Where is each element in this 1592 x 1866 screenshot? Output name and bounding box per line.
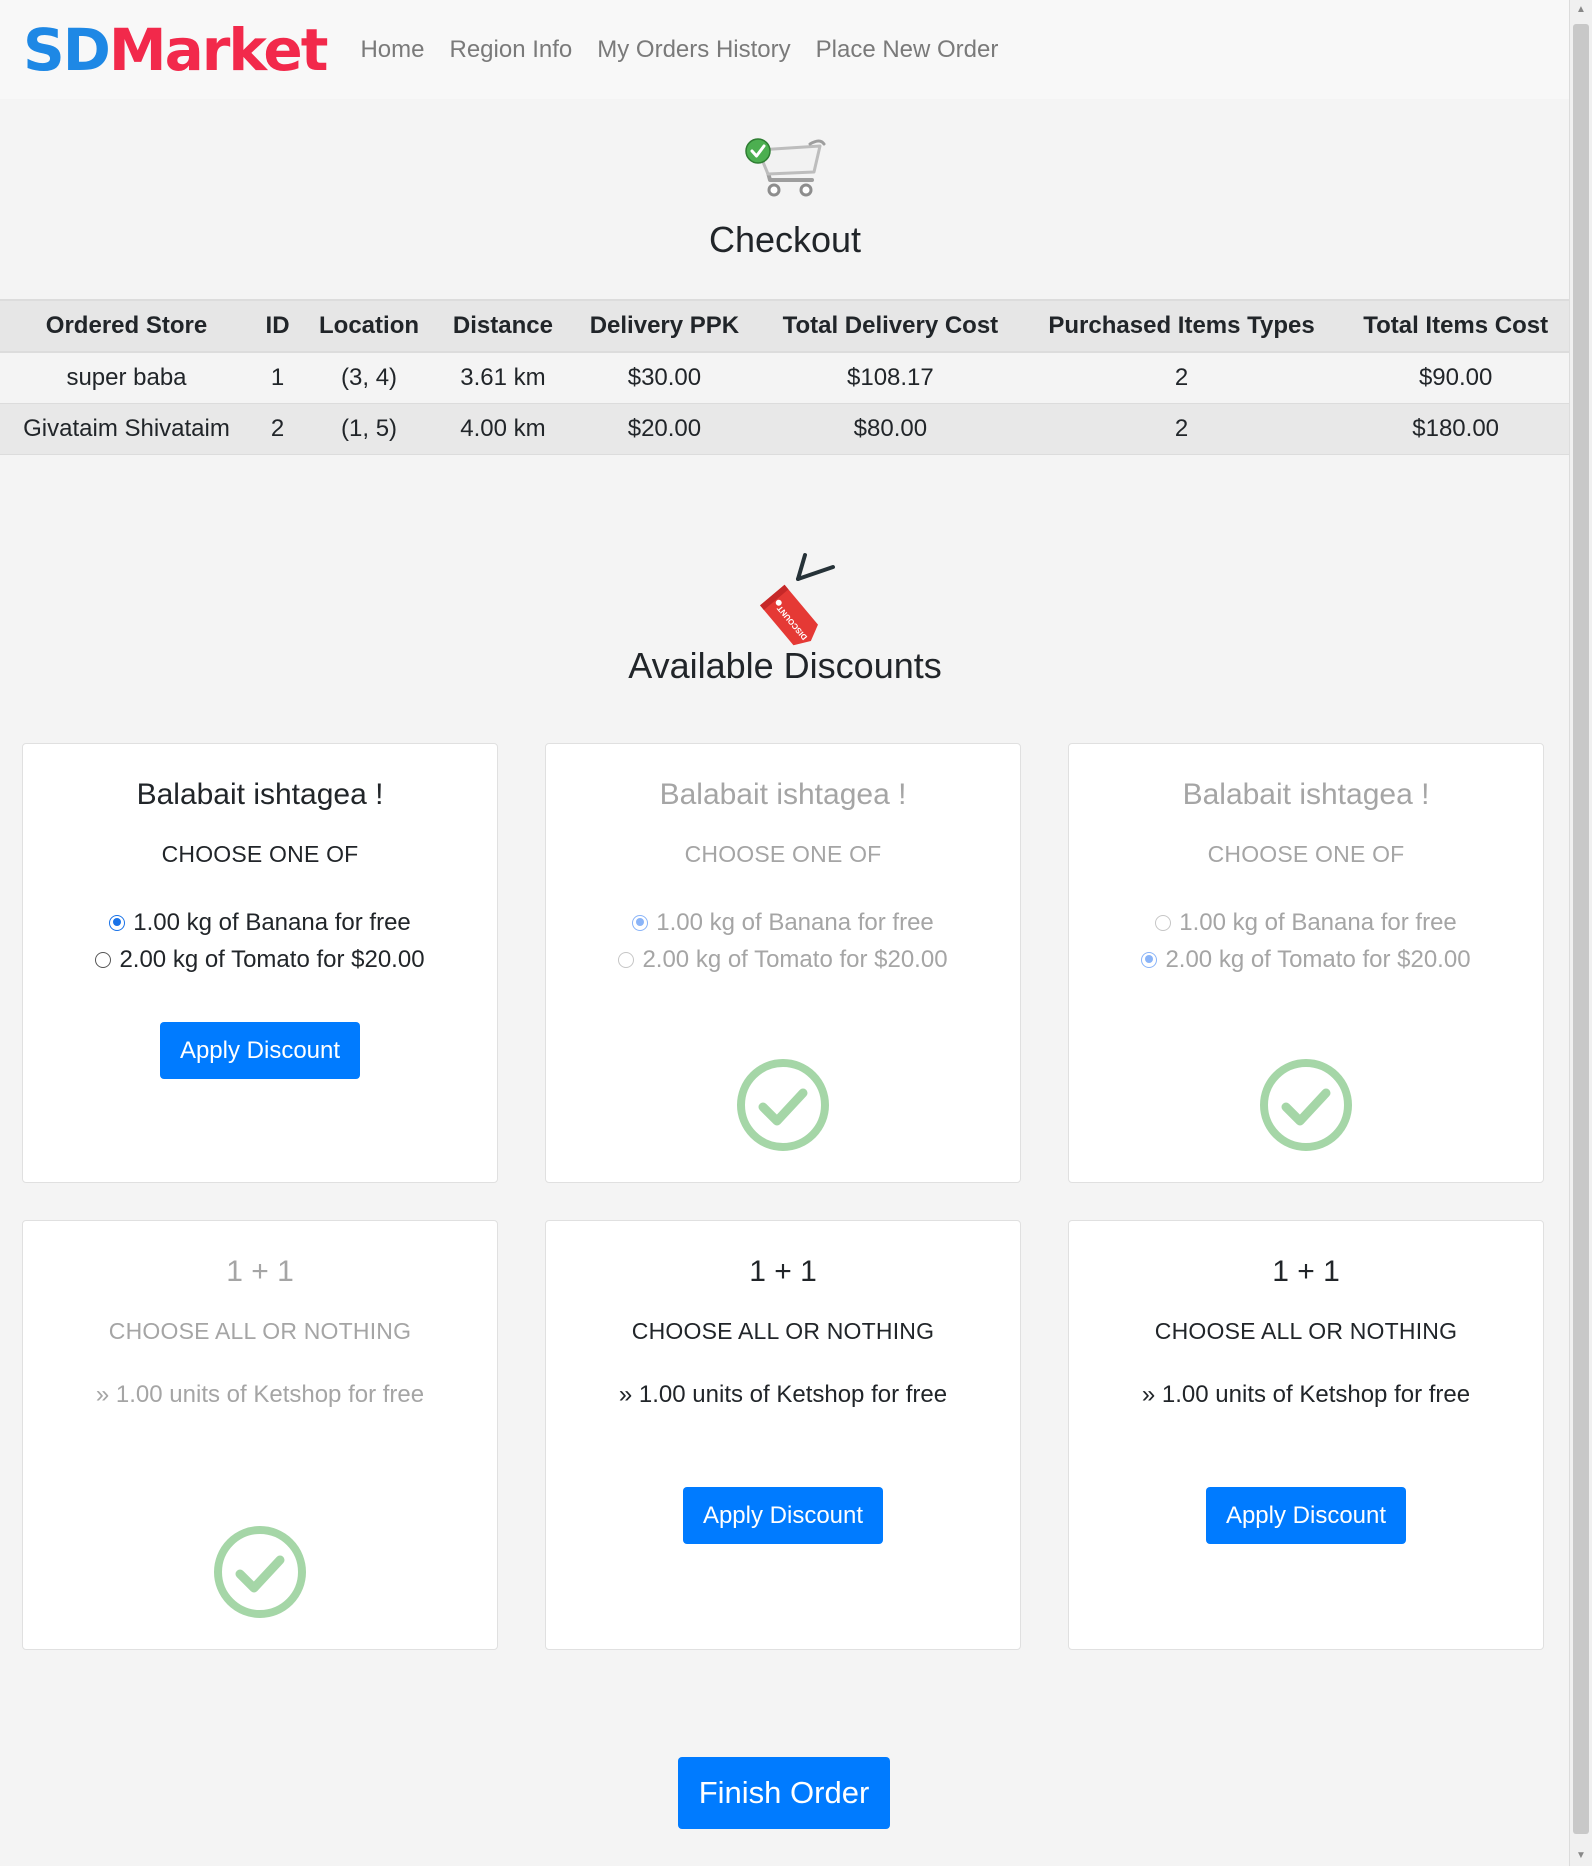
cell-total-delivery-cost: $108.17 — [758, 352, 1022, 404]
discount-tag-icon: DISCOUNT — [760, 553, 835, 646]
cell-id: 1 — [252, 352, 303, 404]
nav-my-orders-history[interactable]: My Orders History — [597, 36, 790, 64]
nav-home[interactable]: Home — [360, 36, 424, 64]
apply-discount-button[interactable]: Apply Discount — [683, 1487, 883, 1544]
discount-title: Balabait ishtagea ! — [136, 778, 384, 811]
discount-option: 1.00 kg of Banana for free — [546, 904, 1020, 941]
discount-type: CHOOSE ALL OR NOTHING — [631, 1318, 935, 1344]
cell-distance: 4.00 km — [435, 403, 570, 455]
col-delivery-ppk: Delivery PPK — [569, 299, 759, 353]
cell-total-delivery-cost: $80.00 — [758, 403, 1022, 455]
finish-order-button[interactable]: Finish Order — [678, 1757, 890, 1829]
discount-card: Balabait ishtagea ! CHOOSE ONE OF 1.00 k… — [1068, 743, 1544, 1183]
discount-type: CHOOSE ONE OF — [684, 841, 882, 867]
discount-options: 1.00 kg of Banana for free 2.00 kg of To… — [23, 904, 497, 978]
cell-total-items-cost: $90.00 — [1341, 352, 1570, 404]
option-radio — [1155, 914, 1172, 931]
discount-card: 1 + 1 CHOOSE ALL OR NOTHING » 1.00 units… — [1068, 1220, 1544, 1650]
discount-card: Balabait ishtagea ! CHOOSE ONE OF 1.00 k… — [545, 743, 1021, 1183]
col-location: Location — [302, 299, 436, 353]
cell-location: (3, 4) — [302, 352, 436, 404]
cell-delivery-ppk: $20.00 — [569, 403, 759, 455]
scroll-up-arrow-icon[interactable]: ▲ — [1570, 0, 1592, 20]
applied-check-icon — [214, 1526, 306, 1618]
option-radio — [632, 914, 649, 931]
option-radio — [1141, 951, 1158, 968]
col-total-items-cost: Total Items Cost — [1341, 299, 1570, 353]
option-radio[interactable] — [95, 951, 112, 968]
nav-place-new-order[interactable]: Place New Order — [816, 36, 999, 64]
col-distance: Distance — [435, 299, 570, 353]
discount-item: » 1.00 units of Ketshop for free — [1141, 1381, 1471, 1408]
discount-options: 1.00 kg of Banana for free 2.00 kg of To… — [546, 904, 1020, 978]
navbar: SDMarket Home Region Info My Orders Hist… — [0, 0, 1570, 99]
col-id: ID — [252, 299, 303, 353]
shopping-cart-check-icon — [745, 138, 826, 197]
discount-option: 1.00 kg of Banana for free — [1069, 904, 1543, 941]
cell-location: (1, 5) — [302, 403, 436, 455]
discount-type: CHOOSE ONE OF — [161, 841, 359, 867]
logo[interactable]: SDMarket — [23, 21, 328, 79]
col-purchased-items-types: Purchased Items Types — [1021, 299, 1342, 353]
nav-region-info[interactable]: Region Info — [450, 36, 573, 64]
discount-option: 2.00 kg of Tomato for $20.00 — [546, 941, 1020, 978]
vertical-scrollbar[interactable]: ▲ ▼ — [1569, 0, 1592, 1866]
cell-distance: 3.61 km — [435, 352, 570, 404]
page-content: SDMarket Home Region Info My Orders Hist… — [0, 0, 1570, 687]
option-radio — [618, 951, 635, 968]
apply-discount-button[interactable]: Apply Discount — [1206, 1487, 1406, 1544]
option-radio[interactable] — [109, 914, 126, 931]
scroll-down-arrow-icon[interactable]: ▼ — [1570, 1846, 1592, 1866]
cell-ordered-store: Givataim Shivataim — [0, 403, 253, 455]
checkout-title: Checkout — [708, 219, 862, 260]
table-row: super baba 1 (3, 4) 3.61 km $30.00 $108.… — [0, 352, 1570, 404]
discount-card: 1 + 1 CHOOSE ALL OR NOTHING » 1.00 units… — [545, 1220, 1021, 1650]
discount-tag-wrap: DISCOUNT — [0, 549, 1570, 649]
cell-delivery-ppk: $30.00 — [569, 352, 759, 404]
discount-card: 1 + 1 CHOOSE ALL OR NOTHING » 1.00 units… — [22, 1220, 498, 1650]
discount-options: 1.00 kg of Banana for free 2.00 kg of To… — [1069, 904, 1543, 978]
apply-discount-button[interactable]: Apply Discount — [160, 1022, 360, 1079]
cell-id: 2 — [252, 403, 303, 455]
option-label: 2.00 kg of Tomato for $20.00 — [642, 946, 948, 973]
discount-option[interactable]: 1.00 kg of Banana for free — [23, 904, 497, 941]
available-discounts-title: Available Discounts — [628, 645, 942, 686]
discount-type: CHOOSE ALL OR NOTHING — [108, 1318, 412, 1344]
discount-title: 1 + 1 — [749, 1255, 817, 1288]
orders-table: Ordered Store ID Location Distance Deliv… — [0, 299, 1570, 455]
option-label: 2.00 kg of Tomato for $20.00 — [119, 946, 425, 973]
option-label: 1.00 kg of Banana for free — [656, 909, 934, 936]
logo-market: Market — [108, 15, 329, 84]
table-header-row: Ordered Store ID Location Distance Deliv… — [0, 299, 1570, 353]
scrollbar-thumb[interactable] — [1573, 24, 1589, 1834]
discount-option[interactable]: 2.00 kg of Tomato for $20.00 — [23, 941, 497, 978]
discount-type: CHOOSE ALL OR NOTHING — [1154, 1318, 1458, 1344]
col-ordered-store: Ordered Store — [0, 299, 253, 353]
cell-purchased-items-types: 2 — [1021, 403, 1342, 455]
applied-check-icon — [1260, 1059, 1352, 1151]
option-label: 1.00 kg of Banana for free — [133, 909, 411, 936]
discount-card: Balabait ishtagea ! CHOOSE ONE OF 1.00 k… — [22, 743, 498, 1183]
discount-item: » 1.00 units of Ketshop for free — [618, 1381, 948, 1408]
discount-title: Balabait ishtagea ! — [659, 778, 907, 811]
discount-item: » 1.00 units of Ketshop for free — [95, 1381, 425, 1408]
cart-icon-wrap — [0, 136, 1570, 199]
discount-type: CHOOSE ONE OF — [1207, 841, 1405, 867]
discount-option: 2.00 kg of Tomato for $20.00 — [1069, 941, 1543, 978]
discount-title: 1 + 1 — [1272, 1255, 1340, 1288]
table-row: Givataim Shivataim 2 (1, 5) 4.00 km $20.… — [0, 403, 1570, 455]
logo-sd: SD — [23, 15, 111, 84]
discount-title: Balabait ishtagea ! — [1182, 778, 1430, 811]
applied-check-icon — [737, 1059, 829, 1151]
col-total-delivery-cost: Total Delivery Cost — [758, 299, 1022, 353]
cell-purchased-items-types: 2 — [1021, 352, 1342, 404]
option-label: 2.00 kg of Tomato for $20.00 — [1165, 946, 1471, 973]
cell-ordered-store: super baba — [0, 352, 253, 404]
discount-title: 1 + 1 — [226, 1255, 294, 1288]
option-label: 1.00 kg of Banana for free — [1179, 909, 1457, 936]
cell-total-items-cost: $180.00 — [1341, 403, 1570, 455]
